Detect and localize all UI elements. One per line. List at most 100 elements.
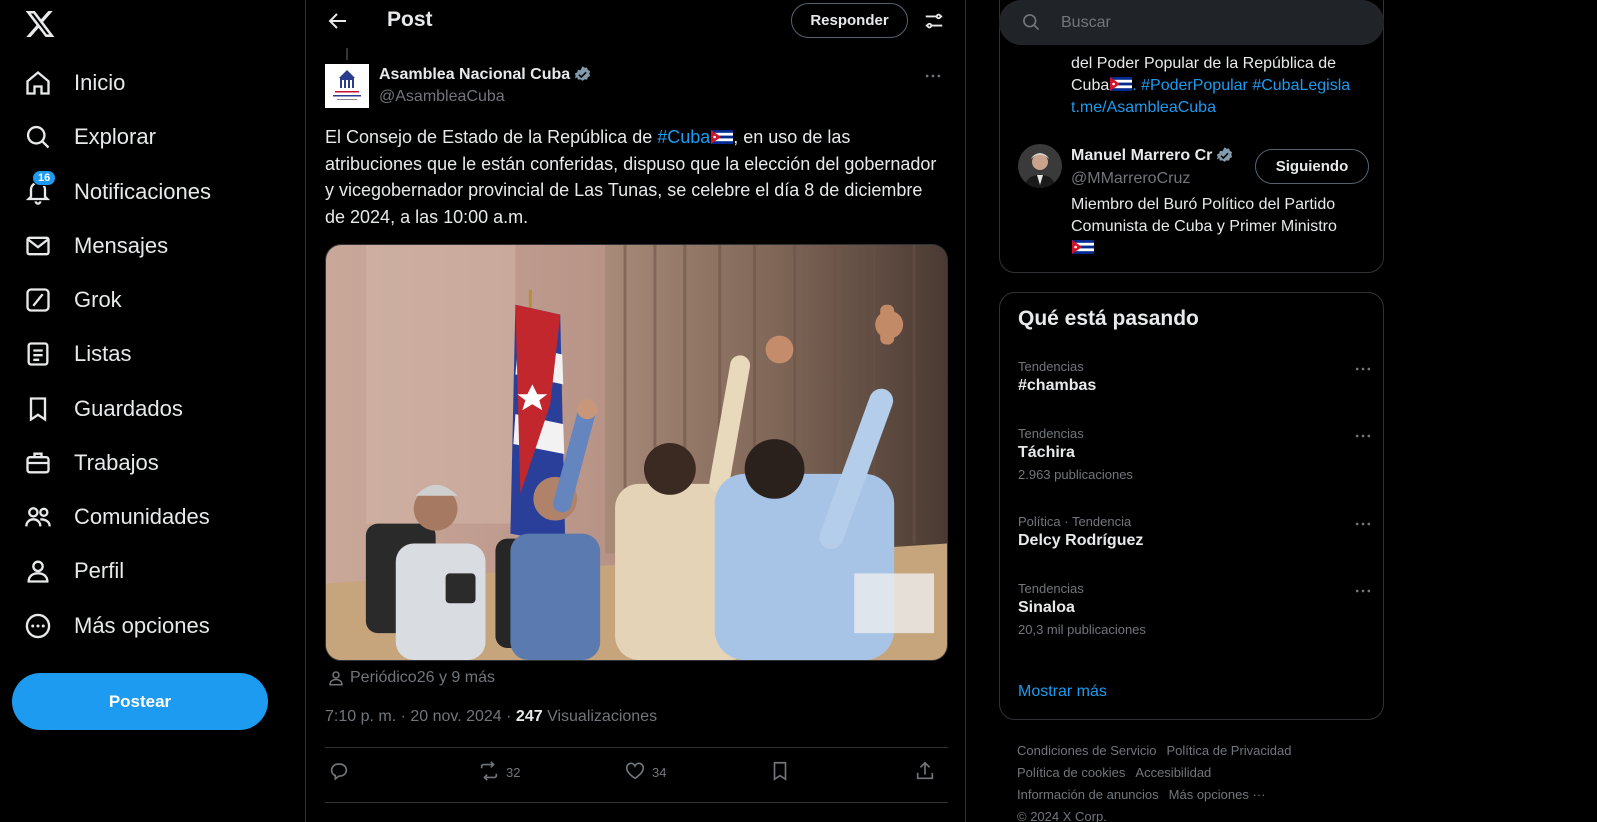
- nav-label: Grok: [74, 287, 122, 312]
- nav-item-comunidades[interactable]: Comunidades: [24, 497, 210, 537]
- thread-line: [346, 48, 348, 60]
- avatar[interactable]: [325, 64, 369, 108]
- nav-item-explorar[interactable]: Explorar: [24, 117, 156, 157]
- post-text-start: El Consejo de Estado de la República de: [325, 127, 658, 147]
- reply-button[interactable]: Responder: [791, 3, 908, 38]
- search-icon: [1021, 12, 1041, 32]
- footer-ads-link[interactable]: Información de anuncios: [1017, 787, 1159, 802]
- hashtag-link[interactable]: #Cuba: [657, 127, 710, 147]
- more-options-icon[interactable]: [1353, 514, 1373, 534]
- bookmark-action[interactable]: [769, 760, 797, 784]
- like-count: 34: [652, 764, 667, 780]
- more-options-icon[interactable]: [1353, 426, 1373, 446]
- back-arrow-icon[interactable]: [326, 9, 350, 33]
- notification-badge: 16: [32, 170, 57, 186]
- more-options-icon[interactable]: [923, 66, 943, 86]
- user-name-text: Manuel Marrero Cr: [1071, 146, 1213, 164]
- trend-item[interactable]: Tendencias #chambas: [1018, 359, 1373, 395]
- post-timestamp[interactable]: 7:10 p. m. · 20 nov. 2024 ·: [325, 708, 516, 725]
- like-action[interactable]: 34: [624, 760, 666, 784]
- trend-context: Tendencias: [1018, 581, 1084, 596]
- heart-icon: [624, 760, 652, 785]
- search-icon: [24, 123, 52, 151]
- trend-item[interactable]: Tendencias Táchira 2.963 publicaciones: [1018, 426, 1373, 482]
- cuba-flag-icon: [1110, 76, 1133, 91]
- more-options-icon[interactable]: [1353, 359, 1373, 379]
- footer-accessibility-link[interactable]: Accesibilidad: [1135, 765, 1211, 780]
- trend-name: Táchira: [1018, 444, 1075, 461]
- repost-icon: [478, 760, 506, 785]
- person-icon: [327, 669, 345, 687]
- person-icon: [24, 557, 52, 585]
- bell-icon: 16: [24, 170, 57, 206]
- post-text: El Consejo de Estado de la República de …: [325, 124, 945, 230]
- search-bar[interactable]: [999, 0, 1384, 45]
- trend-item[interactable]: Política · Tendencia Delcy Rodríguez: [1018, 514, 1373, 550]
- post-photo[interactable]: [325, 244, 948, 661]
- nav-label: Listas: [74, 341, 132, 366]
- footer-terms-link[interactable]: Condiciones de Servicio: [1017, 743, 1156, 758]
- bio-link[interactable]: t.me/AsambleaCuba: [1071, 99, 1216, 116]
- nav-item-mas-opciones[interactable]: Más opciones: [24, 606, 210, 646]
- trend-item[interactable]: Tendencias Sinaloa 20,3 mil publicacione…: [1018, 581, 1373, 637]
- verified-badge-icon: [1215, 146, 1234, 165]
- grok-icon: [24, 286, 52, 314]
- nav-label: Explorar: [74, 124, 156, 149]
- reply-action[interactable]: [328, 760, 356, 784]
- nav-item-perfil[interactable]: Perfil: [24, 551, 124, 591]
- sliders-icon[interactable]: [923, 10, 945, 32]
- nav-label: Comunidades: [74, 504, 210, 529]
- footer-more-link[interactable]: Más opciones ···: [1169, 787, 1266, 802]
- nav-item-trabajos[interactable]: Trabajos: [24, 443, 159, 483]
- trend-context: Política · Tendencia: [1018, 514, 1132, 529]
- bio-hashtags[interactable]: . #PoderPopular #CubaLegisla: [1132, 77, 1350, 94]
- people-icon: [24, 503, 52, 531]
- tagged-users[interactable]: Periódico26 y 9 más: [327, 669, 495, 687]
- bookmark-icon: [769, 760, 797, 785]
- post-header: Post Responder: [306, 0, 966, 44]
- post-meta: 7:10 p. m. · 20 nov. 2024 · 247 Visualiz…: [325, 708, 657, 726]
- nav-item-mensajes[interactable]: Mensajes: [24, 226, 168, 266]
- nav-item-notificaciones[interactable]: 16 Notificaciones: [24, 170, 211, 212]
- repost-count: 32: [506, 764, 521, 780]
- search-input[interactable]: [1061, 8, 1361, 38]
- nav-item-grok[interactable]: Grok: [24, 280, 122, 320]
- avatar[interactable]: [1018, 144, 1062, 188]
- verified-badge-icon: [573, 65, 592, 84]
- nav-label: Perfil: [74, 558, 125, 583]
- nav-item-listas[interactable]: Listas: [24, 334, 131, 374]
- nav-label: Trabajos: [74, 450, 159, 475]
- suggested-user-handle[interactable]: @MMarreroCruz: [1071, 170, 1190, 188]
- suggested-user-bio: Miembro del Buró Político del Partido Co…: [1071, 194, 1371, 260]
- more-circle-icon: [24, 612, 52, 640]
- repost-action[interactable]: 32: [478, 760, 520, 784]
- show-more-link[interactable]: Mostrar más: [1018, 683, 1107, 701]
- author-handle[interactable]: @AsambleaCuba: [379, 88, 505, 106]
- trend-context: Tendencias: [1018, 359, 1084, 374]
- post-button[interactable]: Postear: [12, 673, 268, 730]
- share-action[interactable]: [914, 760, 942, 784]
- views-count: 247: [515, 708, 543, 725]
- footer-links: Condiciones de Servicio Política de Priva…: [1017, 740, 1357, 822]
- nav-label: Guardados: [74, 396, 183, 421]
- bio-text: Miembro del Buró Político del Partido Co…: [1071, 196, 1337, 235]
- views-label: Visualizaciones: [547, 708, 658, 725]
- home-icon: [24, 69, 52, 97]
- bookmark-icon: [24, 395, 52, 423]
- following-button[interactable]: Siguiendo: [1255, 149, 1369, 184]
- mail-icon: [24, 232, 52, 260]
- trends-title: Qué está pasando: [1018, 307, 1199, 330]
- footer-privacy-link[interactable]: Política de Privacidad: [1166, 743, 1291, 758]
- x-logo-icon[interactable]: [24, 8, 56, 40]
- author-name[interactable]: Asamblea Nacional Cuba: [379, 65, 592, 84]
- more-options-icon[interactable]: [1353, 581, 1373, 601]
- briefcase-icon: [24, 449, 52, 477]
- trend-name: Sinaloa: [1018, 599, 1075, 616]
- main-column: Post Responder Asamblea Nacional Cuba @A…: [305, 0, 966, 822]
- footer-cookies-link[interactable]: Política de cookies: [1017, 765, 1125, 780]
- author-name-text: Asamblea Nacional Cuba: [379, 65, 571, 83]
- nav-item-inicio[interactable]: Inicio: [24, 63, 125, 103]
- nav-item-guardados[interactable]: Guardados: [24, 389, 183, 429]
- left-navigation: Inicio Explorar 16 Notificaciones Mensaj…: [0, 0, 300, 822]
- suggested-user-name[interactable]: Manuel Marrero Cr: [1071, 146, 1236, 165]
